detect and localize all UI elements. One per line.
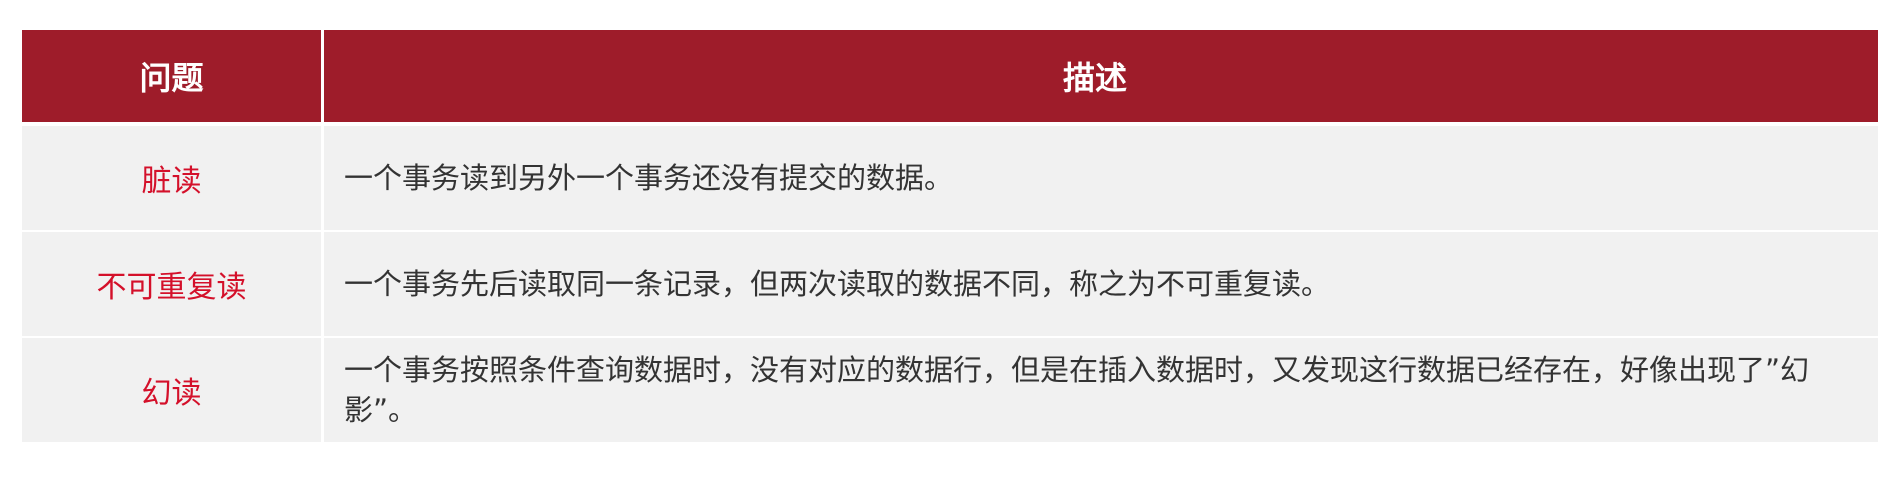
issue-label: 脏读 xyxy=(141,164,202,199)
isolation-problems-table: 问题 描述 脏读 一个事务读到另外一个事务还没有提交的数据。 不可重复读 一个事… xyxy=(22,30,1878,444)
description-text: 一个事务按照条件查询数据时，没有对应的数据行，但是在插入数据时，又发现这行数据已… xyxy=(344,353,1810,427)
table-row-dirty-read-issue: 脏读 xyxy=(22,126,324,232)
table-row-nonrepeatable-read-issue: 不可重复读 xyxy=(22,232,324,338)
header-description-label: 描述 xyxy=(1062,59,1127,97)
table-row-dirty-read-description: 一个事务读到另外一个事务还没有提交的数据。 xyxy=(324,126,1878,232)
table-row-nonrepeatable-read-description: 一个事务先后读取同一条记录，但两次读取的数据不同，称之为不可重复读。 xyxy=(324,232,1878,338)
header-issue-label: 问题 xyxy=(139,59,204,97)
description-text: 一个事务先后读取同一条记录，但两次读取的数据不同，称之为不可重复读。 xyxy=(344,267,1331,301)
issue-label: 不可重复读 xyxy=(96,270,247,305)
table-row-phantom-read-issue: 幻读 xyxy=(22,338,324,444)
table-row-phantom-read-description: 一个事务按照条件查询数据时，没有对应的数据行，但是在插入数据时，又发现这行数据已… xyxy=(324,338,1878,444)
header-description: 描述 xyxy=(324,30,1878,126)
issue-label: 幻读 xyxy=(141,376,202,411)
description-text: 一个事务读到另外一个事务还没有提交的数据。 xyxy=(344,161,954,195)
header-issue: 问题 xyxy=(22,30,324,126)
